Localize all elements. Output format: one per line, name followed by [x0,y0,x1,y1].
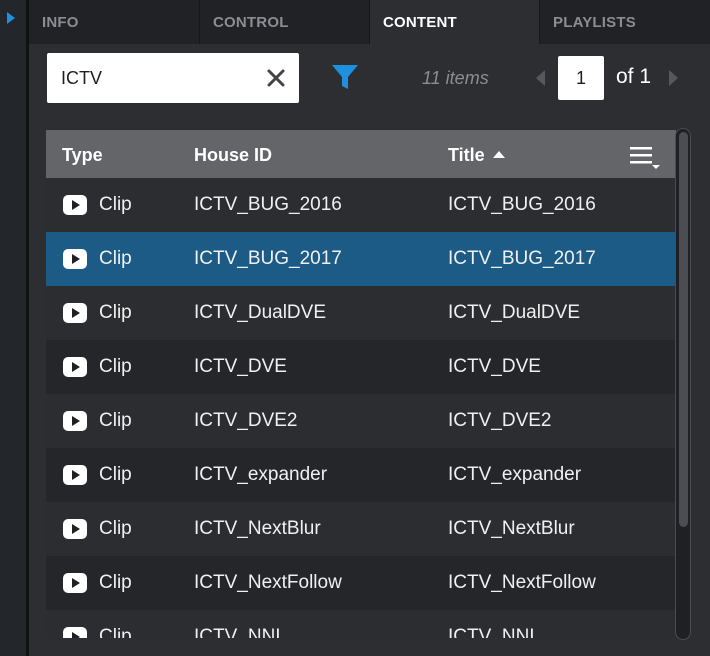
items-count: 11 items [422,68,489,88]
tab-content[interactable]: CONTENT [370,0,540,44]
chevron-right-icon[interactable] [666,67,682,89]
cell-house-id: ICTV_NextFollow [194,572,342,593]
play-icon [63,465,87,485]
tab-playlists[interactable]: PLAYLISTS [540,0,710,44]
play-icon [63,249,87,269]
cell-house-id: ICTV_expander [194,464,328,485]
cell-house-id: ICTV_NextBlur [194,518,321,539]
cell-house-id: ICTV_DualDVE [194,302,326,323]
cell-title: ICTV_expander [448,464,582,485]
scrollbar-thumb[interactable] [679,132,688,527]
play-icon [63,303,87,323]
cell-title: ICTV_DVE [448,356,541,377]
table-body: Clip ICTV_BUG_2016 ICTV_BUG_2016 Clip ICTV_B… [46,178,676,638]
sort-ascending-icon [492,151,505,158]
cell-title: ICTV_NextFollow [448,572,596,593]
cell-type: Clip [99,572,132,593]
search-input[interactable] [47,53,247,103]
cell-title: ICTV_DVE2 [448,410,552,431]
page-number-input[interactable] [558,56,604,100]
table-row[interactable]: Clip ICTV_DVE2 ICTV_DVE2 [46,394,676,448]
cell-title: ICTV_BUG_2017 [448,248,596,269]
play-icon [63,627,87,638]
search-box [47,53,299,103]
column-header-title-label: Title [448,145,485,165]
play-icon [63,519,87,539]
cell-type: Clip [99,464,132,485]
cell-house-id: ICTV_NNI [194,626,281,638]
column-menu-icon[interactable] [630,144,660,170]
cell-house-id: ICTV_DVE [194,356,287,377]
cell-type: Clip [99,302,132,323]
table-row[interactable]: Clip ICTV_expander ICTV_expander [46,448,676,502]
table-row[interactable]: Clip ICTV_DVE ICTV_DVE [46,340,676,394]
play-icon [63,573,87,593]
page-total: of 1 [616,65,652,88]
cell-house-id: ICTV_BUG_2017 [194,248,342,269]
cell-title: ICTV_NNI [448,626,535,638]
play-icon [63,357,87,377]
expand-arrow-icon[interactable] [7,12,15,24]
left-rail [0,0,26,656]
cell-type: Clip [99,356,132,377]
cell-title: ICTV_BUG_2016 [448,194,596,215]
filter-icon[interactable] [330,62,360,92]
cell-type: Clip [99,626,132,638]
content-table: Type House ID Title Clip ICTV_BUG_2016 ICT… [46,130,676,638]
cell-house-id: ICTV_DVE2 [194,410,298,431]
cell-type: Clip [99,248,132,269]
cell-type: Clip [99,518,132,539]
cell-type: Clip [99,410,132,431]
tab-control[interactable]: CONTROL [200,0,370,44]
tab-bar: INFO CONTROL CONTENT PLAYLISTS [29,0,710,44]
column-header-title[interactable]: Title [448,130,505,178]
content-panel: INFO CONTROL CONTENT PLAYLISTS 11 items … [29,0,710,656]
column-header-type[interactable]: Type [62,130,103,178]
table-row[interactable]: Clip ICTV_BUG_2016 ICTV_BUG_2016 [46,178,676,232]
chevron-left-icon[interactable] [532,67,548,89]
play-icon [63,195,87,215]
table-row[interactable]: Clip ICTV_DualDVE ICTV_DualDVE [46,286,676,340]
table-row[interactable]: Clip ICTV_NNI ICTV_NNI [46,610,676,638]
cell-title: ICTV_NextBlur [448,518,575,539]
play-icon [63,411,87,431]
close-icon[interactable] [263,65,289,91]
cell-type: Clip [99,194,132,215]
table-header: Type House ID Title [46,130,676,178]
table-row[interactable]: Clip ICTV_NextFollow ICTV_NextFollow [46,556,676,610]
cell-house-id: ICTV_BUG_2016 [194,194,342,215]
column-header-house-id[interactable]: House ID [194,130,272,178]
table-row[interactable]: Clip ICTV_NextBlur ICTV_NextBlur [46,502,676,556]
tab-info[interactable]: INFO [29,0,200,44]
table-row[interactable]: Clip ICTV_BUG_2017 ICTV_BUG_2017 [46,232,676,286]
cell-title: ICTV_DualDVE [448,302,580,323]
